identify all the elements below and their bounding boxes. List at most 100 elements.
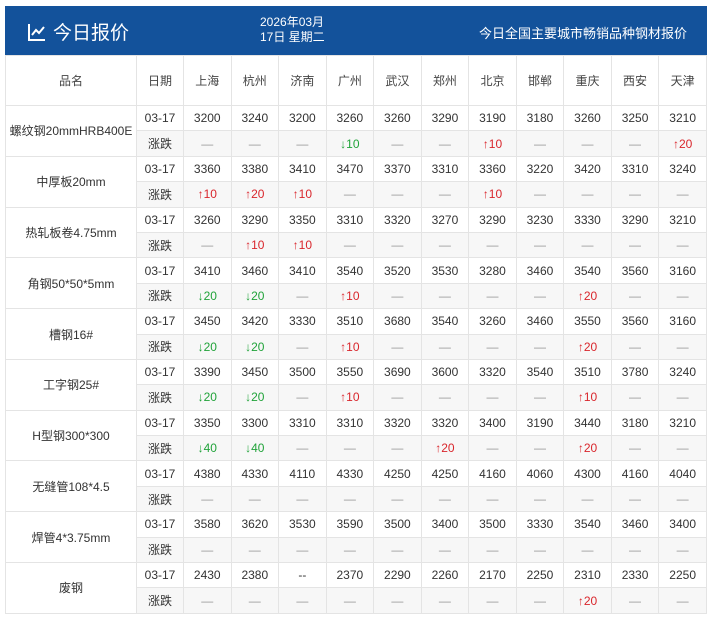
date-cell: 03-17 xyxy=(136,460,184,487)
price-cell: 2260 xyxy=(420,562,470,589)
column-header: 天津 xyxy=(658,55,707,106)
price-cell: 3160 xyxy=(658,257,707,284)
price-cell: 2250 xyxy=(515,562,565,589)
change-cell: — xyxy=(515,282,565,310)
price-row: 工字钢25# 03-17 3390 3450 3500 3550 3690 3600 3320 3… xyxy=(5,358,707,411)
price-cell: 2290 xyxy=(373,562,422,589)
change-cell: — xyxy=(610,384,660,411)
price-cell: 4330 xyxy=(230,460,280,487)
price-cell: 3520 xyxy=(373,257,422,284)
price-cell: 3260 xyxy=(563,104,612,132)
change-cell: — xyxy=(183,485,232,513)
change-cell: — xyxy=(183,536,232,564)
header-bar: 今日报价 2026年03月 17日 星期二 今日全国主要城市畅销品种钢材报价 xyxy=(5,6,707,55)
change-label: 涨跌 xyxy=(136,485,184,513)
price-cell: 3400 xyxy=(468,409,517,437)
change-label: 涨跌 xyxy=(136,435,184,462)
price-cell: 3440 xyxy=(563,409,612,437)
change-cell: ↑20 xyxy=(563,282,612,310)
price-cell: 3540 xyxy=(420,308,470,335)
change-cell: ↑10 xyxy=(468,181,517,208)
change-cell: — xyxy=(610,130,660,157)
change-cell: — xyxy=(563,181,612,208)
change-cell: — xyxy=(278,282,327,310)
change-cell: — xyxy=(658,587,707,614)
product-name: 废钢 xyxy=(5,562,137,614)
change-cell: — xyxy=(468,435,517,462)
change-cell: — xyxy=(468,282,517,310)
change-cell: — xyxy=(230,130,280,157)
price-cell: 2380 xyxy=(230,562,280,589)
column-header: 北京 xyxy=(468,55,517,106)
change-cell: — xyxy=(373,181,422,208)
change-cell: — xyxy=(658,435,707,462)
change-cell: ↑10 xyxy=(183,181,232,208)
price-cell: 3260 xyxy=(183,206,232,233)
change-cell: ↓20 xyxy=(183,333,232,360)
change-cell: — xyxy=(278,384,327,411)
price-cell: 3450 xyxy=(230,358,280,386)
change-cell: — xyxy=(420,282,470,310)
price-cell: 3410 xyxy=(278,155,327,183)
price-cell: 3500 xyxy=(373,511,422,538)
change-cell: ↑10 xyxy=(325,384,375,411)
price-row: 废钢 03-17 2430 2380 -- 2370 2290 2260 2170 2250 231… xyxy=(5,562,707,614)
change-cell: — xyxy=(468,231,517,259)
price-cell: 4060 xyxy=(515,460,565,487)
change-cell: — xyxy=(515,384,565,411)
price-cell: 3240 xyxy=(230,104,280,132)
change-cell: ↓20 xyxy=(230,384,280,411)
price-cell: 3320 xyxy=(420,409,470,437)
change-cell: ↓10 xyxy=(325,130,375,157)
price-cell: 3240 xyxy=(658,358,707,386)
price-cell: 3310 xyxy=(325,409,375,437)
change-cell: ↓40 xyxy=(183,435,232,462)
change-cell: — xyxy=(515,536,565,564)
change-cell: — xyxy=(278,435,327,462)
change-cell: ↑10 xyxy=(278,181,327,208)
change-cell: ↑10 xyxy=(563,384,612,411)
change-cell: — xyxy=(610,485,660,513)
change-cell: — xyxy=(183,587,232,614)
price-cell: 2170 xyxy=(468,562,517,589)
date-cell: 03-17 xyxy=(136,409,184,437)
change-cell: — xyxy=(373,231,422,259)
change-cell: — xyxy=(325,485,375,513)
price-cell: 3460 xyxy=(230,257,280,284)
price-cell: 3360 xyxy=(468,155,517,183)
column-header-row: 品名 日期 上海 杭州 济南 广州 武汉 郑州 北京 邯郸 重庆 西安 天津 xyxy=(5,55,707,106)
price-cell: 3290 xyxy=(468,206,517,233)
column-header: 西安 xyxy=(610,55,660,106)
price-cell: 3330 xyxy=(278,308,327,335)
change-cell: — xyxy=(420,536,470,564)
date-cell: 03-17 xyxy=(136,257,184,284)
price-cell: 3270 xyxy=(420,206,470,233)
date-line2: 17日 星期二 xyxy=(260,30,325,44)
change-cell: ↑20 xyxy=(658,130,707,157)
column-header: 杭州 xyxy=(230,55,280,106)
price-cell: 2250 xyxy=(658,562,707,589)
change-cell: — xyxy=(610,536,660,564)
date-cell: 03-17 xyxy=(136,562,184,589)
price-cell: 3540 xyxy=(325,257,375,284)
price-cell: 3400 xyxy=(658,511,707,538)
change-cell: — xyxy=(183,130,232,157)
change-label: 涨跌 xyxy=(136,333,184,360)
price-cell: 2330 xyxy=(610,562,660,589)
change-cell: — xyxy=(515,231,565,259)
change-cell: — xyxy=(563,231,612,259)
header-date: 2026年03月 17日 星期二 xyxy=(260,15,325,45)
change-cell: — xyxy=(373,130,422,157)
price-cell: 4040 xyxy=(658,460,707,487)
date-cell: 03-17 xyxy=(136,511,184,538)
price-cell: 3680 xyxy=(373,308,422,335)
price-row: 焊管4*3.75mm 03-17 3580 3620 3530 3590 3500 3400 3… xyxy=(5,511,707,564)
price-cell: 3310 xyxy=(278,409,327,437)
product-name: 槽钢16# xyxy=(5,308,137,360)
change-cell: — xyxy=(420,485,470,513)
date-line1: 2026年03月 xyxy=(260,15,325,29)
price-cell: 3460 xyxy=(610,511,660,538)
price-cell: 3360 xyxy=(183,155,232,183)
change-cell: — xyxy=(373,333,422,360)
price-cell: 3600 xyxy=(420,358,470,386)
